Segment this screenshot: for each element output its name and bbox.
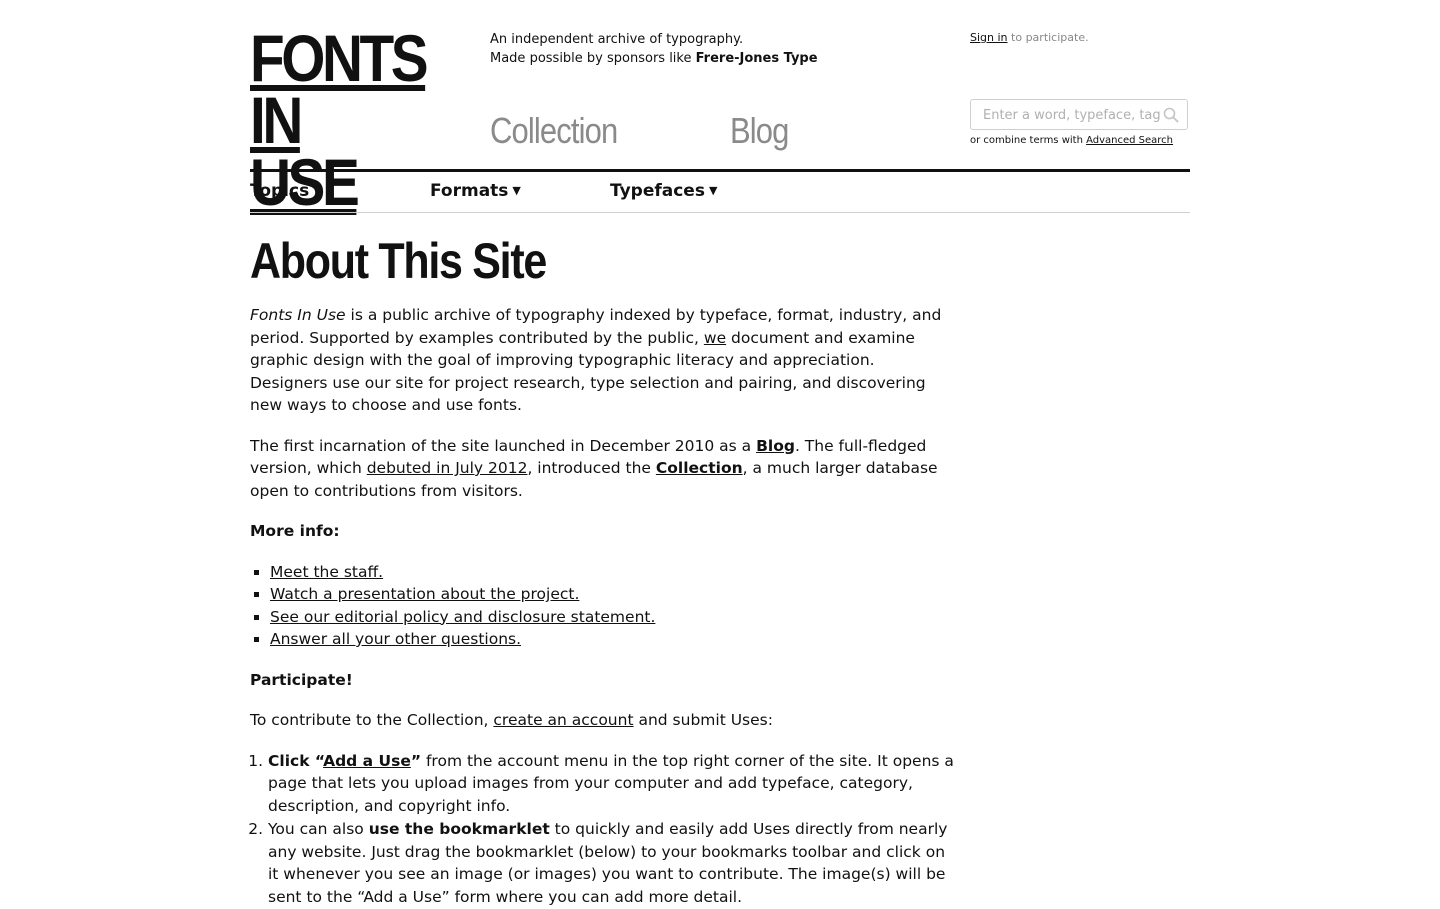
participate-heading: Participate! [250,670,353,689]
tagline-line-2: Made possible by sponsors like Frere-Jon… [490,49,818,68]
chevron-down-icon: ▼ [313,184,322,197]
more-info-list: Meet the staff. Watch a presentation abo… [250,561,955,651]
signin-suffix: to participate. [1007,31,1089,44]
page-title: About This Site [250,233,547,289]
steps-list: Click “Add a Use” from the account menu … [250,750,955,909]
contribute-text-1: To contribute to the Collection, [250,711,494,729]
sub-nav: Topics ▼ Formats ▼ Typefaces ▼ [250,172,1190,213]
logo-line-1: FONTS [250,21,429,95]
combine-prefix: or combine terms with [970,135,1087,146]
we-link[interactable]: we [704,329,726,347]
list-item: See our editorial policy and disclosure … [270,606,955,629]
history-paragraph: The first incarnation of the site launch… [250,435,955,503]
add-use-link[interactable]: Add a Use [323,752,411,770]
signin-prompt: Sign in to participate. [970,31,1089,44]
subnav-typefaces-label: Typefaces [610,181,705,201]
collection-link[interactable]: Collection [656,459,743,477]
main-content: About This Site Fonts In Use is a public… [250,232,955,909]
presentation-link[interactable]: Watch a presentation about the project. [270,585,579,603]
advanced-search-hint: or combine terms with Advanced Search [970,135,1173,146]
history-text-3: , introduced the [527,459,656,477]
more-info-heading: More info: [250,522,340,540]
subnav-topics-label: Topics [250,181,310,201]
list-item: Click “Add a Use” from the account menu … [268,750,955,818]
signin-link[interactable]: Sign in [970,31,1008,44]
tagline-line-1: An independent archive of typography. [490,32,744,47]
step1-bold-end: ” [410,751,422,770]
list-item: Watch a presentation about the project. [270,583,955,606]
editorial-policy-link[interactable]: See our editorial policy and disclosure … [270,608,655,626]
history-text-1: The first incarnation of the site launch… [250,436,757,455]
contribute-paragraph: To contribute to the Collection, create … [250,709,955,732]
search-icon[interactable] [1163,107,1179,127]
step1-bold-start: Click “ [268,751,324,770]
debut-link[interactable]: debuted in July 2012 [367,459,528,477]
nav-collection[interactable]: Collection [490,110,618,152]
meet-staff-link[interactable]: Meet the staff. [270,563,383,581]
advanced-search-link[interactable]: Advanced Search [1086,135,1173,146]
subnav-topics[interactable]: Topics ▼ [250,181,322,201]
step2-bold: use the bookmarklet [368,820,550,838]
search-input[interactable] [981,100,1165,131]
blog-link[interactable]: Blog [756,437,795,455]
intro-paragraph: Fonts In Use is a public archive of typo… [250,304,955,417]
nav-blog[interactable]: Blog [730,110,789,152]
chevron-down-icon: ▼ [708,184,718,197]
subnav-formats[interactable]: Formats ▼ [430,181,521,201]
sponsor-name: Frere-Jones Type [695,51,818,66]
site-tagline: An independent archive of typography. Ma… [490,30,818,68]
list-item: Meet the staff. [270,561,955,584]
search-box [970,99,1188,131]
chevron-down-icon: ▼ [512,184,521,197]
tagline-prefix: Made possible by sponsors like [490,51,696,66]
step2-text-1: You can also [268,820,369,838]
subnav-formats-label: Formats [430,181,509,201]
faq-link[interactable]: Answer all your other questions. [270,630,521,648]
subnav-typefaces[interactable]: Typefaces ▼ [610,181,717,201]
create-account-link[interactable]: create an account [493,711,633,729]
list-item: You can also use the bookmarklet to quic… [268,818,955,908]
contribute-text-2: and submit Uses: [633,711,773,729]
list-item: Answer all your other questions. [270,628,955,651]
site-name-em: Fonts In Use [250,306,346,324]
